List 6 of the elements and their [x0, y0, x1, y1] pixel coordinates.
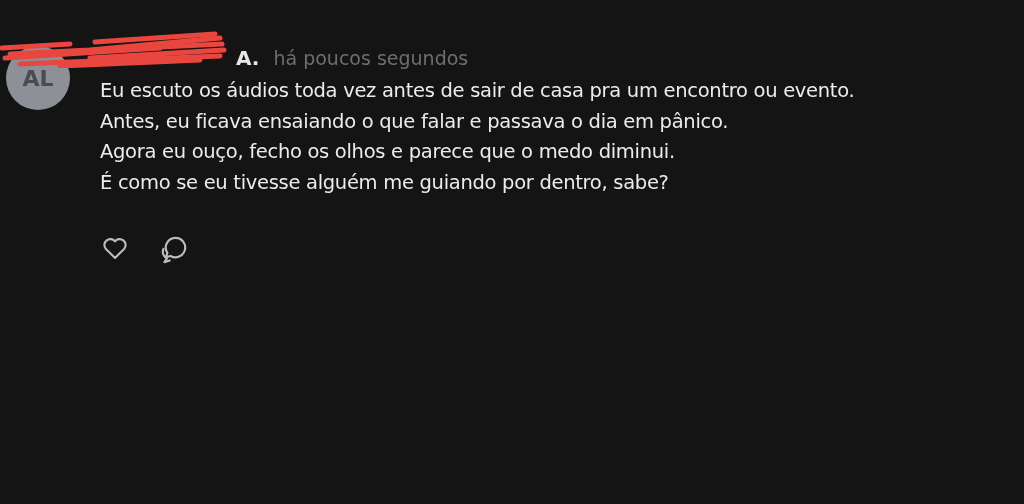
- comment-line: Antes, eu ficava ensaiando o que falar e passava o dia em pânico.: [100, 108, 730, 135]
- comment-line: Agora eu ouço, fecho os olhos e parece que o medo diminui.: [100, 139, 676, 165]
- author-name: A.: [236, 46, 260, 70]
- comment-line: É como se eu tivesse alguém me guiando por dentro, sabe?: [100, 169, 670, 196]
- comment-line: Eu escuto os áudios toda vez antes de sair de casa pra um encontro ou evento.: [100, 78, 855, 104]
- timestamp: há poucos segundos: [273, 47, 469, 69]
